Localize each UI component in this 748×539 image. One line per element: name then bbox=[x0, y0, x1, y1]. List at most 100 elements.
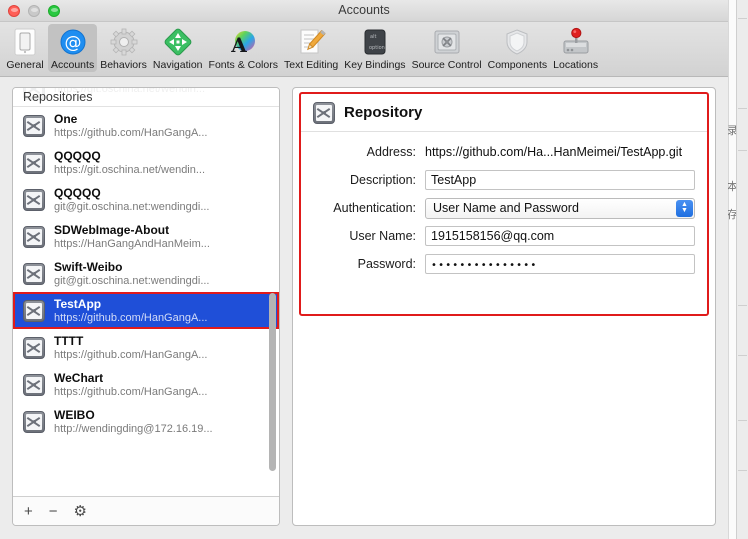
field-row-address: Address: https://github.com/Ha...HanMeim… bbox=[313, 138, 695, 166]
toolbar-item-locations[interactable]: Locations bbox=[550, 24, 601, 72]
hard-drive-pin-icon bbox=[560, 26, 592, 58]
toolbar-label: Navigation bbox=[152, 59, 203, 71]
list-item[interactable]: Swift-Weibo git@git.oschina.net:wendingd… bbox=[13, 255, 279, 292]
field-row-authentication: Authentication: User Name and Password ▲… bbox=[313, 194, 695, 222]
svg-text:@: @ bbox=[64, 33, 81, 53]
chevron-updown-icon[interactable]: ▲ ▼ bbox=[676, 199, 693, 217]
gear-icon[interactable]: ⚙ bbox=[74, 504, 87, 519]
remove-account-button[interactable]: − bbox=[49, 504, 58, 519]
list-item-name: Swift-Weibo bbox=[54, 259, 123, 274]
accounts-sidebar: Repositories https://git.oschina.net/wen… bbox=[12, 87, 280, 526]
toolbar-label: Accounts bbox=[51, 59, 95, 71]
username-input[interactable]: 1915158156@qq.com bbox=[425, 226, 695, 246]
list-item[interactable]: WeChart https://github.com/HanGangA... bbox=[13, 366, 279, 403]
repository-icon bbox=[23, 188, 45, 211]
preferences-toolbar: General @ Accounts Behaviors Navigation … bbox=[0, 22, 728, 77]
field-row-username: User Name: 1915158156@qq.com bbox=[313, 222, 695, 250]
repository-icon bbox=[23, 225, 45, 248]
svg-text:alt: alt bbox=[370, 34, 376, 40]
shield-icon bbox=[501, 26, 533, 58]
device-icon bbox=[9, 26, 41, 58]
username-label: User Name: bbox=[349, 229, 416, 243]
toolbar-item-text-editing[interactable]: Text Editing bbox=[281, 24, 341, 72]
authentication-selected-value: User Name and Password bbox=[433, 200, 579, 215]
list-item-name: WeChart bbox=[54, 370, 104, 385]
safe-icon bbox=[431, 26, 463, 58]
toolbar-item-components[interactable]: Components bbox=[485, 24, 551, 72]
svg-text:option: option bbox=[369, 45, 385, 51]
description-input[interactable]: TestApp bbox=[425, 170, 695, 190]
page-title: Repository bbox=[344, 104, 423, 121]
list-item-name: TTTT bbox=[54, 333, 84, 348]
repository-icon bbox=[23, 373, 45, 396]
list-item[interactable]: One https://github.com/HanGangA... bbox=[13, 107, 279, 144]
color-wheel-a-icon: A bbox=[227, 26, 259, 58]
list-item-name: WEIBO bbox=[54, 407, 95, 422]
toolbar-label: General bbox=[6, 59, 44, 71]
address-value: https://github.com/Ha...HanMeimei/TestAp… bbox=[425, 145, 683, 159]
toolbar-label: Locations bbox=[553, 59, 599, 71]
list-item-name: TestApp bbox=[54, 296, 102, 311]
repository-detail-header: Repository bbox=[301, 94, 707, 132]
account-detail-pane: Repository Address: https://github.com/H… bbox=[292, 87, 716, 526]
list-item-url: https://git.oschina.net/wendin... bbox=[54, 163, 206, 176]
password-label: Password: bbox=[357, 257, 416, 271]
field-row-description: Description: TestApp bbox=[313, 166, 695, 194]
repository-icon bbox=[23, 299, 45, 322]
toolbar-item-key-bindings[interactable]: alt option Key Bindings bbox=[341, 24, 408, 72]
pencil-document-icon bbox=[295, 26, 327, 58]
sidebar-scrollbar[interactable] bbox=[268, 108, 277, 494]
repository-rows: https://git.oschina.net/wendin... One ht… bbox=[13, 88, 279, 440]
sidebar-footer-toolbar: + − ⚙ bbox=[13, 496, 279, 525]
list-item-url: git@git.oschina.net:wendingdi... bbox=[54, 274, 210, 287]
repository-icon bbox=[23, 410, 45, 433]
authentication-label: Authentication: bbox=[333, 201, 416, 215]
toolbar-label: Fonts & Colors bbox=[208, 59, 278, 71]
svg-text:A: A bbox=[230, 33, 247, 57]
repository-icon bbox=[23, 151, 45, 174]
option-key-icon: alt option bbox=[359, 26, 391, 58]
background-window-edge bbox=[736, 0, 748, 539]
toolbar-label: Components bbox=[487, 59, 548, 71]
toolbar-label: Key Bindings bbox=[344, 59, 406, 71]
section-header-repositories: Repositories bbox=[13, 88, 279, 107]
list-item-name: One bbox=[54, 111, 78, 126]
list-item-selected[interactable]: TestApp https://github.com/HanGangA... bbox=[13, 292, 279, 329]
toolbar-item-fonts-and-colors[interactable]: A Fonts & Colors bbox=[206, 24, 281, 72]
repository-icon bbox=[23, 336, 45, 359]
list-item[interactable]: QQQQQ https://git.oschina.net/wendin... bbox=[13, 144, 279, 181]
list-item-url: https://github.com/HanGangA... bbox=[54, 385, 208, 398]
list-item[interactable]: QQQQQ git@git.oschina.net:wendingdi... bbox=[13, 181, 279, 218]
sidebar-scrollbar-thumb[interactable] bbox=[269, 293, 276, 471]
preferences-window: Accounts General @ Accounts Behaviors Na… bbox=[0, 0, 728, 539]
toolbar-item-behaviors[interactable]: Behaviors bbox=[97, 24, 150, 72]
titlebar: Accounts bbox=[0, 0, 728, 22]
window-title: Accounts bbox=[338, 3, 390, 17]
at-sign-icon: @ bbox=[57, 26, 89, 58]
field-row-password: Password: ••••••••••••••• bbox=[313, 250, 695, 278]
list-item-name: QQQQQ bbox=[54, 185, 101, 200]
add-account-button[interactable]: + bbox=[24, 504, 33, 519]
list-item[interactable]: WEIBO http://wendingding@172.16.19... bbox=[13, 403, 279, 440]
repository-rows-viewport: https://git.oschina.net/wendin... One ht… bbox=[13, 88, 279, 496]
toolbar-item-navigation[interactable]: Navigation bbox=[150, 24, 206, 72]
list-item-url: https://github.com/HanGangA... bbox=[54, 348, 208, 361]
repository-list[interactable]: Repositories https://git.oschina.net/wen… bbox=[13, 88, 279, 496]
toolbar-item-source-control[interactable]: Source Control bbox=[409, 24, 485, 72]
toolbar-item-general[interactable]: General bbox=[2, 24, 48, 72]
repository-detail-box: Repository Address: https://github.com/H… bbox=[299, 92, 709, 316]
list-item-url: git@git.oschina.net:wendingdi... bbox=[54, 200, 210, 213]
authentication-select[interactable]: User Name and Password ▲ ▼ bbox=[425, 197, 695, 219]
repository-icon bbox=[23, 262, 45, 285]
list-item-name: SDWebImage-About bbox=[54, 222, 170, 237]
list-item[interactable]: TTTT https://github.com/HanGangA... bbox=[13, 329, 279, 366]
toolbar-item-accounts[interactable]: @ Accounts bbox=[48, 24, 98, 72]
description-label: Description: bbox=[350, 173, 416, 187]
repository-icon bbox=[313, 101, 335, 124]
password-input[interactable]: ••••••••••••••• bbox=[425, 254, 695, 274]
repository-icon bbox=[23, 114, 45, 137]
list-item-name: QQQQQ bbox=[54, 148, 101, 163]
preferences-content: Repositories https://git.oschina.net/wen… bbox=[0, 77, 728, 538]
toolbar-label: Behaviors bbox=[100, 59, 147, 71]
list-item[interactable]: SDWebImage-About https://HanGangAndHanMe… bbox=[13, 218, 279, 255]
